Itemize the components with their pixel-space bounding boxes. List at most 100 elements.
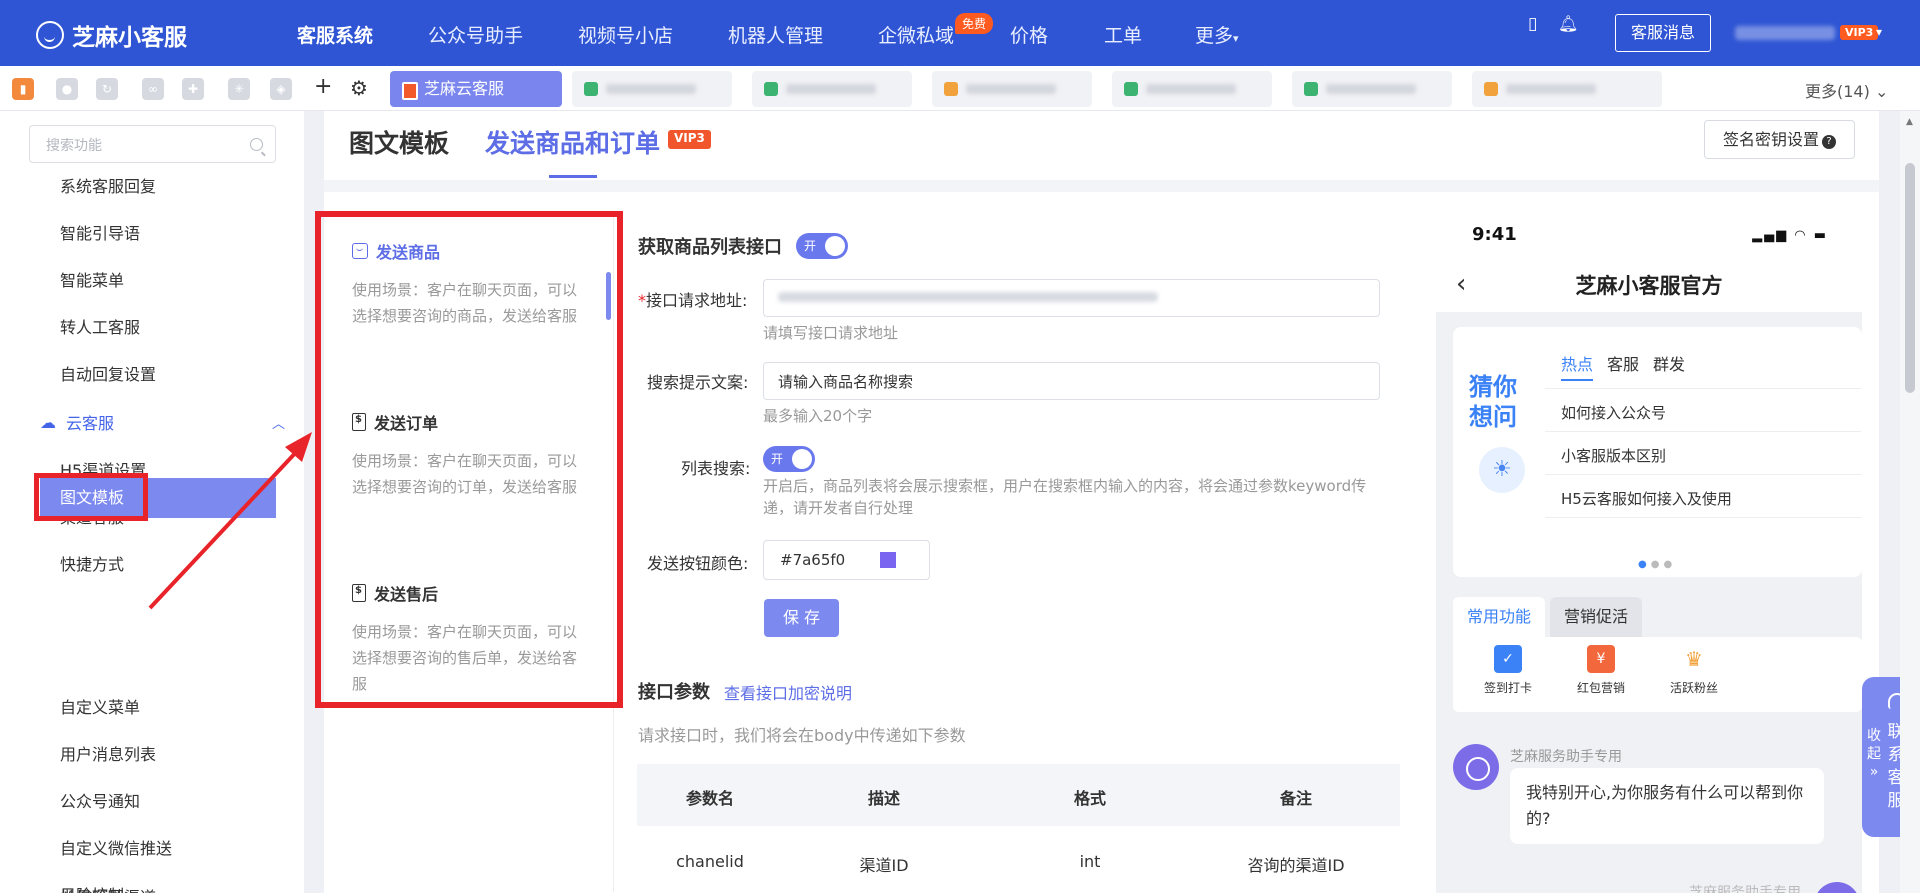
- col-note: 备注: [1279, 789, 1312, 808]
- search-hint-label: 搜索提示文案:: [647, 373, 749, 392]
- bot-name: 芝麻服务助手专用: [1689, 885, 1801, 893]
- nav-item-video-shop[interactable]: 视频号小店: [578, 21, 673, 48]
- logo-icon: [36, 21, 64, 49]
- cloud-icon: ☁: [40, 412, 56, 432]
- collapse-label: 收起: [1867, 728, 1881, 762]
- calendar-icon: ✓: [1494, 645, 1522, 673]
- col-param-name: 参数名: [685, 789, 734, 808]
- tab-blurred[interactable]: [932, 71, 1092, 107]
- api-enable-toggle[interactable]: 开: [796, 233, 848, 259]
- button-color-input[interactable]: #7a65f0: [763, 540, 930, 580]
- tab-blurred[interactable]: [1112, 71, 1272, 107]
- api-url-input[interactable]: [763, 279, 1380, 317]
- logo-text: 芝麻小客服: [72, 25, 187, 51]
- carousel-dots[interactable]: ●●●: [1638, 559, 1676, 570]
- app-icon-orange[interactable]: ▮: [12, 78, 34, 100]
- tab-blurred[interactable]: [1472, 71, 1662, 107]
- snow-icon[interactable]: ✳: [228, 78, 250, 100]
- page-scrollbar[interactable]: ▲: [1900, 111, 1920, 893]
- guess-tab-broadcast[interactable]: 群发: [1653, 351, 1685, 375]
- encryption-doc-link[interactable]: 查看接口加密说明: [724, 680, 852, 704]
- cube-icon[interactable]: ◈: [270, 78, 292, 100]
- chat-icon[interactable]: ●: [56, 78, 78, 100]
- toggle-label: 开: [771, 452, 784, 466]
- save-button[interactable]: 保 存: [764, 599, 839, 637]
- user-caret-icon[interactable]: ▾: [1876, 25, 1882, 39]
- sidebar-group-cloud-kf[interactable]: ☁ 云客服 ︿: [40, 410, 285, 434]
- link-icon[interactable]: ∞: [142, 78, 164, 100]
- puzzle-icon[interactable]: ✚: [182, 78, 204, 100]
- tab-image-template[interactable]: 图文模板: [349, 124, 449, 160]
- chevron-up-icon: ︿: [271, 416, 285, 432]
- scrollbar-thumb[interactable]: [1905, 163, 1915, 393]
- function-label: 签到打卡: [1483, 681, 1532, 695]
- user-name-blurred[interactable]: [1735, 26, 1835, 40]
- scroll-up-icon[interactable]: ▲: [1906, 117, 1913, 127]
- tab-marketing[interactable]: 营销促活: [1550, 597, 1643, 637]
- function-red-packet[interactable]: ¥ 红包营销: [1566, 645, 1636, 696]
- sidebar-item-smart-menu[interactable]: 智能菜单: [60, 267, 124, 291]
- api-url-hint: 请填写接口请求地址: [763, 324, 899, 342]
- sidebar-item-custom-push[interactable]: 自定义微信推送: [60, 835, 172, 859]
- search-input[interactable]: 搜索功能: [29, 125, 276, 163]
- collapse-button[interactable]: 收起 »: [1866, 727, 1882, 781]
- sidebar-item-transfer-human[interactable]: 转人工客服: [60, 314, 140, 338]
- vip-badge: VIP3: [1840, 25, 1879, 40]
- table-cell: chanelid: [676, 852, 744, 871]
- params-desc: 请求接口时，我们将会在body中传递如下参数: [638, 726, 966, 745]
- color-swatch[interactable]: [880, 552, 896, 568]
- caret-down-icon: ▾: [1233, 32, 1239, 45]
- list-search-note: 开启后，商品列表将会展示搜索框，用户在搜索框内输入的内容，将会通过参数keywo…: [763, 477, 1367, 517]
- sidebar-item-user-messages[interactable]: 用户消息列表: [60, 741, 156, 765]
- sign-key-settings-button[interactable]: 签名密钥设置?: [1704, 120, 1855, 159]
- sidebar-item-batch-channel[interactable]: 批量管理渠道: [60, 884, 156, 893]
- question-item[interactable]: 如何接入公众号: [1561, 402, 1666, 423]
- refresh-icon[interactable]: ↻: [96, 78, 118, 100]
- function-active-fans[interactable]: ♛ 活跃粉丝: [1659, 645, 1729, 696]
- nav-item-kf-system[interactable]: 客服系统: [297, 21, 373, 48]
- tab-common-functions[interactable]: 常用功能: [1453, 597, 1546, 637]
- bell-icon[interactable]: 🔔︎: [1558, 14, 1578, 33]
- question-item[interactable]: 小客服版本区别: [1561, 445, 1666, 466]
- nav-more-label: 更多: [1195, 25, 1234, 47]
- phone-header: 9:41 ▂▄▆ ◠ ▬ ‹ 芝麻小客服官方: [1436, 212, 1862, 312]
- nav-item-gzh-assistant[interactable]: 公众号助手: [428, 21, 523, 48]
- search-hint-input[interactable]: 请输入商品名称搜索: [763, 362, 1380, 400]
- function-checkin[interactable]: ✓ 签到打卡: [1473, 645, 1543, 696]
- tab-zhima-cloud-kf[interactable]: 芝麻云客服: [390, 71, 562, 107]
- sidebar-item-smart-guide[interactable]: 智能引导语: [60, 220, 140, 244]
- more-tabs-button[interactable]: 更多(14) ⌄: [1805, 78, 1888, 102]
- guess-tab-kf[interactable]: 客服: [1607, 351, 1639, 375]
- guess-title: 猜你想问: [1469, 373, 1517, 431]
- nav-item-wecom[interactable]: 企微私域: [878, 21, 954, 48]
- sidebar-item-auto-reply[interactable]: 自动回复设置: [60, 361, 156, 385]
- chevron-down-icon: ⌄: [1874, 82, 1889, 101]
- sidebar-item-custom-menu[interactable]: 自定义菜单: [60, 694, 140, 718]
- col-description: 描述: [867, 789, 900, 808]
- sign-key-label: 签名密钥设置: [1722, 130, 1819, 149]
- gear-icon[interactable]: ⚙: [350, 76, 368, 100]
- question-item[interactable]: H5云客服如何接入及使用: [1561, 488, 1732, 509]
- sidebar-item-gzh-notify[interactable]: 公众号通知: [60, 788, 140, 812]
- free-badge: 免费: [955, 13, 994, 34]
- function-label: 红包营销: [1576, 681, 1625, 695]
- tab-blurred[interactable]: [752, 71, 912, 107]
- nav-item-ticket[interactable]: 工单: [1104, 21, 1142, 48]
- sidebar-item-shortcut[interactable]: 快捷方式: [60, 551, 124, 575]
- tab-send-goods-orders[interactable]: 发送商品和订单: [485, 124, 660, 160]
- nav-item-more[interactable]: 更多▾: [1195, 21, 1239, 48]
- nav-item-robot[interactable]: 机器人管理: [728, 21, 823, 48]
- crown-icon: ♛: [1680, 645, 1708, 673]
- guess-tab-hot[interactable]: 热点: [1561, 351, 1593, 375]
- nav-item-price[interactable]: 价格: [1010, 21, 1048, 48]
- guess-tab-underline: [1561, 379, 1593, 381]
- tab-blurred[interactable]: [1292, 71, 1452, 107]
- list-search-toggle[interactable]: 开: [763, 446, 815, 472]
- kf-message-button[interactable]: 客服消息: [1615, 14, 1711, 52]
- table-cell: 咨询的渠道ID: [1247, 856, 1345, 875]
- tab-blurred[interactable]: [572, 71, 732, 107]
- phone-icon[interactable]: ▯: [1528, 14, 1537, 34]
- sidebar-item-system-reply[interactable]: 系统客服回复: [60, 173, 156, 197]
- logo[interactable]: 芝麻小客服: [36, 18, 187, 52]
- add-tab-icon[interactable]: +: [314, 74, 332, 99]
